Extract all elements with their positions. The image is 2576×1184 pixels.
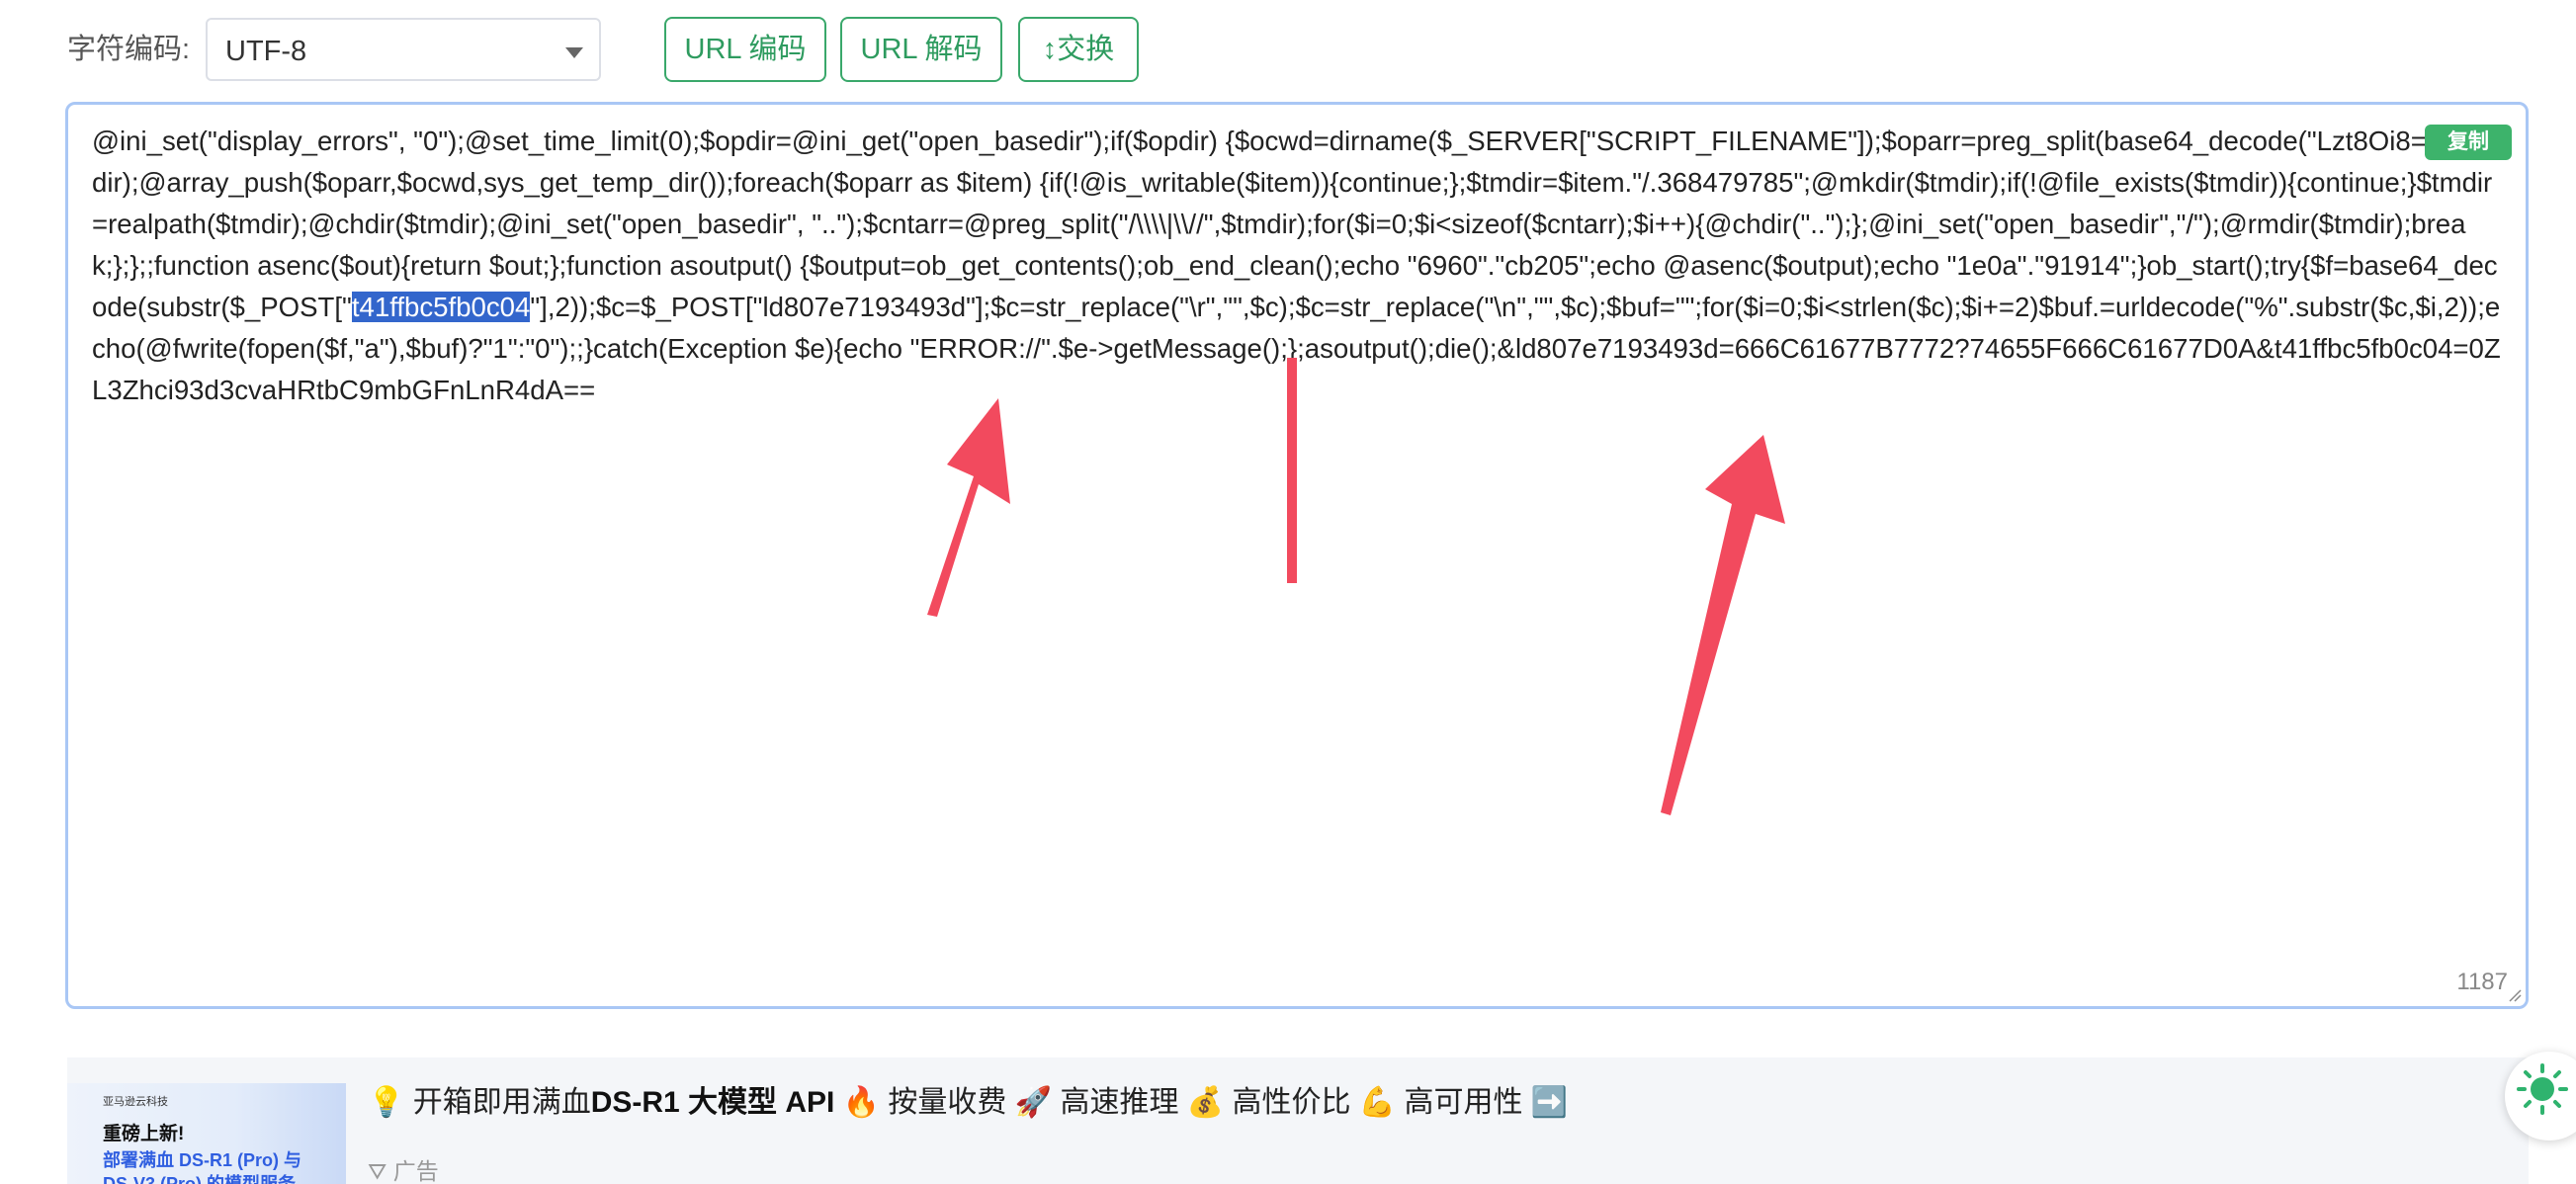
charset-select-value: UTF-8 [225, 36, 307, 67]
ad-thumb-line: DS-V3 (Pro) 的模型服务 [103, 1174, 297, 1184]
charset-select[interactable]: UTF-8 [206, 18, 601, 81]
url-decode-button[interactable]: URL 解码 [840, 17, 1002, 82]
chevron-down-icon [565, 47, 583, 58]
resize-handle-icon[interactable] [2508, 988, 2522, 1002]
url-encode-button[interactable]: URL 编码 [664, 17, 826, 82]
ad-headline-prefix: 💡 开箱即用满血 [368, 1086, 591, 1119]
ad-brand: 亚马逊云科技 [103, 1096, 168, 1108]
ad-headline-bold: DS-R1 大模型 API [590, 1086, 835, 1119]
ad-label-text: 广告 [392, 1158, 439, 1184]
ad-headline[interactable]: 💡 开箱即用满血DS-R1 大模型 API 🔥 按量收费 🚀 高速推理 💰 高性… [368, 1083, 1568, 1123]
ad-icon: ⛛ [368, 1158, 393, 1184]
text-editor[interactable]: @ini_set("display_errors", "0");@set_tim… [65, 102, 2529, 1009]
ad-thumb-line: 部署满血 DS-R1 (Pro) 与 [103, 1150, 302, 1170]
char-count: 1187 [2456, 969, 2508, 995]
ad-banner[interactable]: 亚马逊云科技 重磅上新! 部署满血 DS-R1 (Pro) 与 DS-V3 (P… [67, 1057, 2529, 1184]
theme-toggle-button[interactable] [2505, 1052, 2576, 1141]
sun-icon [2517, 1063, 2568, 1115]
ad-thumbnail[interactable]: 亚马逊云科技 重磅上新! 部署满血 DS-R1 (Pro) 与 DS-V3 (P… [67, 1083, 346, 1184]
editor-content[interactable]: @ini_set("display_errors", "0");@set_tim… [92, 121, 2504, 411]
ad-label: ⛛ 广告 [368, 1152, 439, 1184]
swap-button[interactable]: ↕交换 [1018, 17, 1139, 82]
ad-thumb-title: 重磅上新! [103, 1124, 185, 1144]
copy-button[interactable]: 复制 [2425, 125, 2512, 160]
ad-headline-suffix: 🔥 按量收费 🚀 高速推理 💰 高性价比 💪 高可用性 ➡️ [834, 1086, 1569, 1119]
selected-text: t41ffbc5fb0c04 [351, 292, 531, 322]
charset-label: 字符编码: [67, 34, 191, 65]
